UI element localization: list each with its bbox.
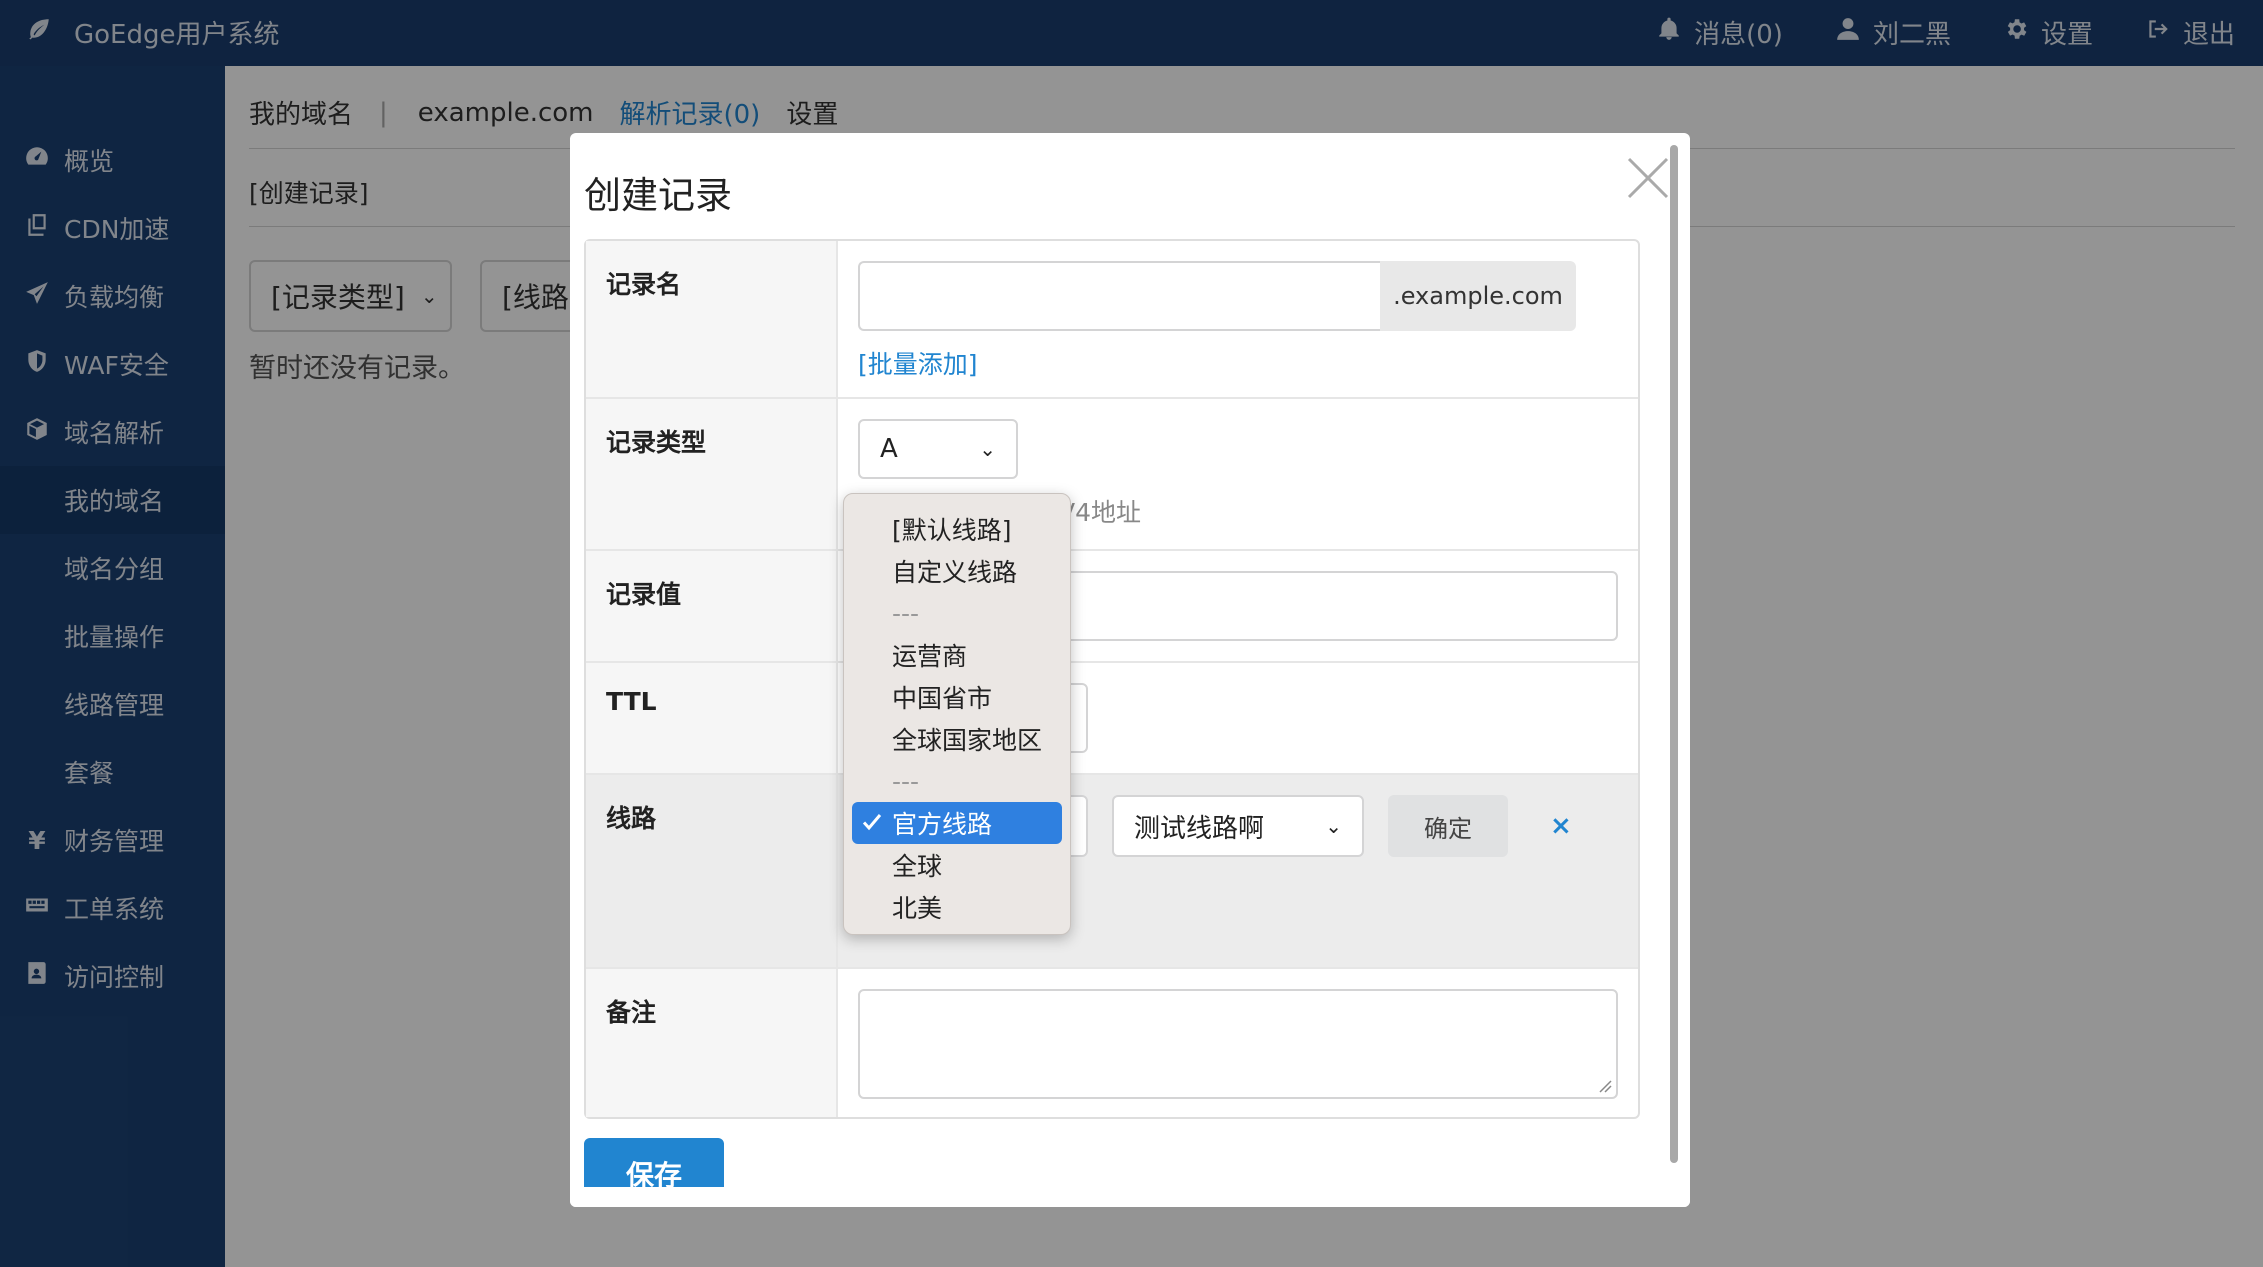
modal-bottom-edge [570,1187,1690,1207]
dropdown-separator: --- [892,598,920,628]
record-form: 记录名 .example.com [批量添加] 记录类型 A ⌄ V4地址 记录… [584,239,1640,1119]
form-row-ttl: TTL [586,663,1638,775]
remark-textarea[interactable] [858,989,1618,1099]
dropdown-option[interactable]: 全球国家地区 [844,718,1070,760]
batch-add-link[interactable]: [批量添加] [858,345,1618,381]
name-value-cell: .example.com [批量添加] [838,241,1638,397]
dropdown-option-label: 官方线路 [892,810,993,839]
dropdown-option[interactable]: 自定义线路 [844,550,1070,592]
dropdown-option[interactable]: 中国省市 [844,676,1070,718]
record-name-input[interactable] [858,261,1380,331]
dropdown-option-selected[interactable]: 官方线路 [852,802,1062,844]
dropdown-separator: --- [892,766,920,796]
create-record-modal: 创建记录 记录名 .example.com [批量添加] 记录类型 A ⌄ V4… [570,133,1690,1207]
record-type-select[interactable]: A ⌄ [858,419,1018,479]
remark-label: 备注 [586,969,838,1117]
confirm-route-button[interactable]: 确定 [1388,795,1508,857]
chevron-down-icon: ⌄ [1325,814,1342,838]
dropdown-option[interactable]: [默认线路] [844,508,1070,550]
remark-value-cell [838,969,1638,1117]
type-label: 记录类型 [586,399,838,549]
name-label: 记录名 [586,241,838,397]
form-row-name: 记录名 .example.com [批量添加] [586,241,1638,399]
resize-grip-icon[interactable] [1598,1079,1612,1093]
modal-scrollbar[interactable] [1670,145,1678,1163]
checkmark-icon [862,814,882,831]
form-row-route: 线路 测试线路啊 ⌄ 确定 × [586,775,1638,969]
route-label: 线路 [586,775,838,967]
ttl-label: TTL [586,663,838,773]
form-row-type: 记录类型 A ⌄ V4地址 [586,399,1638,551]
close-button[interactable] [1625,155,1671,201]
route-select[interactable]: 测试线路啊 ⌄ [1112,795,1364,857]
dropdown-option[interactable]: 全球 [844,844,1070,886]
dropdown-option[interactable]: 运营商 [844,634,1070,676]
form-row-value: 记录值 [586,551,1638,663]
route-category-dropdown: [默认线路] 自定义线路 --- 运营商 中国省市 全球国家地区 --- 官方线… [843,493,1071,935]
modal-title: 创建记录 [584,174,732,217]
value-label: 记录值 [586,551,838,661]
domain-suffix: .example.com [1380,261,1576,331]
form-row-remark: 备注 [586,969,1638,1117]
name-input-group: .example.com [858,261,1576,331]
dropdown-option[interactable]: 北美 [844,886,1070,928]
record-type-value: A [880,434,898,464]
remove-route-icon[interactable]: × [1550,795,1572,857]
route-select-value: 测试线路啊 [1134,813,1265,844]
close-icon [1627,157,1669,199]
chevron-down-icon: ⌄ [979,437,996,461]
